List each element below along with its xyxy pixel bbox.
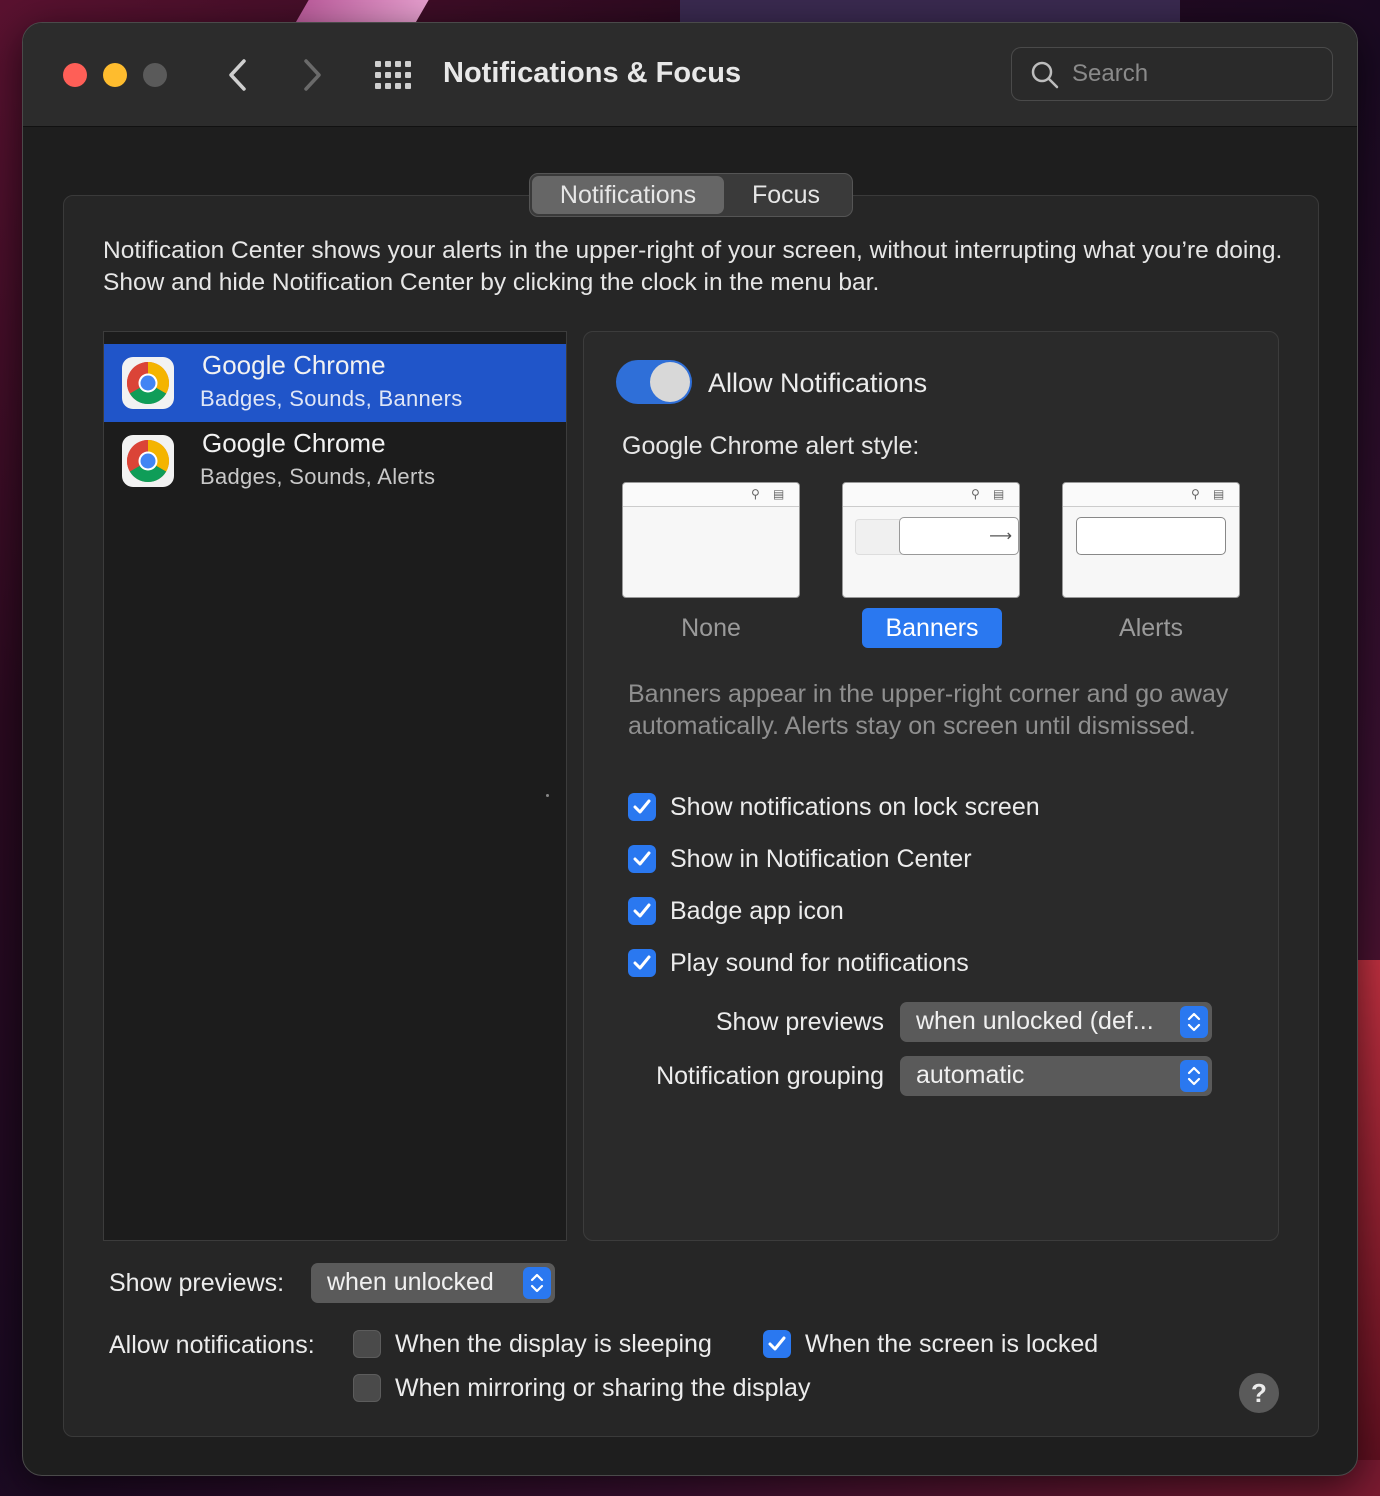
chevron-right-icon <box>304 59 321 91</box>
lock-screen-checkbox-row[interactable]: Show notifications on lock screen <box>628 792 1040 822</box>
alert-card <box>1076 517 1226 555</box>
app-name: Google Chrome <box>202 350 386 380</box>
alert-style-hint: Banners appear in the upper-right corner… <box>628 680 1229 740</box>
checkbox-label: Show in Notification Center <box>670 844 972 873</box>
app-notification-summary: Badges, Sounds, Alerts <box>200 464 436 489</box>
popup-value: when unlocked (def... <box>916 1007 1154 1035</box>
alert-style-alerts-label[interactable]: Alerts <box>1062 614 1240 643</box>
app-name: Google Chrome <box>202 428 386 458</box>
show-previews-label: Show previews <box>715 1008 884 1036</box>
list-item[interactable]: Google Chrome Badges, Sounds, Banners <box>104 344 566 422</box>
checkmark-icon <box>768 1336 786 1351</box>
allow-notifications-global-label: Allow notifications: <box>109 1331 315 1359</box>
screen-locked-checkbox-row[interactable]: When the screen is locked <box>763 1329 1098 1359</box>
menu-icon: ▤ <box>1213 487 1225 501</box>
allow-notifications-label: Allow Notifications <box>708 368 928 398</box>
preferences-window: Notifications & Focus Notifications Focu… <box>22 22 1358 1476</box>
search-icon: ⚲ <box>1191 487 1200 501</box>
notification-center-checkbox-row[interactable]: Show in Notification Center <box>628 844 972 874</box>
chrome-app-icon <box>122 435 174 487</box>
window-title: Notifications & Focus <box>443 57 742 89</box>
updown-chevron-icon <box>523 1267 551 1299</box>
popup-value: when unlocked <box>327 1268 494 1296</box>
banner-card: ⟶ <box>899 517 1019 555</box>
back-button[interactable] <box>217 55 257 95</box>
search-input[interactable] <box>1072 58 1312 90</box>
checkbox-checked[interactable] <box>763 1330 791 1358</box>
preview-menu-bar: ⚲ ▤ <box>1063 483 1239 507</box>
checkbox-unchecked[interactable] <box>353 1374 381 1402</box>
checkbox-label: Show notifications on lock screen <box>670 792 1040 821</box>
badge-checkbox-row[interactable]: Badge app icon <box>628 896 844 926</box>
app-notification-summary: Badges, Sounds, Banners <box>200 386 463 411</box>
menu-icon: ▤ <box>773 487 785 501</box>
checkbox-label: Badge app icon <box>670 896 844 925</box>
show-previews-global-popup[interactable]: when unlocked <box>311 1263 555 1303</box>
checkbox-checked[interactable] <box>628 949 656 977</box>
tab-control: Notifications Focus <box>529 173 853 217</box>
list-artifact-dot <box>546 794 549 797</box>
alert-style-alerts-preview[interactable]: ⚲ ▤ <box>1062 482 1240 598</box>
notification-grouping-popup[interactable]: automatic <box>900 1056 1212 1096</box>
updown-chevron-icon <box>1180 1006 1208 1038</box>
arrow-right-icon: ⟶ <box>989 528 1012 545</box>
alert-style-none-preview[interactable]: ⚲ ▤ <box>622 482 800 598</box>
checkbox-checked[interactable] <box>628 845 656 873</box>
alert-style-label: Google Chrome alert style: <box>622 432 920 460</box>
show-previews-global-label: Show previews: <box>109 1269 285 1297</box>
checkbox-label: When mirroring or sharing the display <box>395 1373 811 1402</box>
checkbox-label: When the display is sleeping <box>395 1329 712 1358</box>
minimize-button[interactable] <box>103 63 127 87</box>
checkmark-icon <box>633 851 651 866</box>
notification-grouping-label: Notification grouping <box>656 1062 884 1090</box>
list-item[interactable]: Google Chrome Badges, Sounds, Alerts <box>104 422 566 500</box>
toggle-knob <box>650 362 690 402</box>
show-all-button[interactable] <box>373 57 413 93</box>
chrome-app-icon <box>122 357 174 409</box>
checkbox-checked[interactable] <box>628 897 656 925</box>
checkmark-icon <box>633 903 651 918</box>
zoom-button[interactable] <box>143 63 167 87</box>
checkbox-checked[interactable] <box>628 793 656 821</box>
chevron-left-icon <box>229 59 246 91</box>
tab-focus[interactable]: Focus <box>724 176 848 214</box>
checkbox-unchecked[interactable] <box>353 1330 381 1358</box>
search-icon: ⚲ <box>751 487 760 501</box>
tab-notifications[interactable]: Notifications <box>532 176 724 214</box>
popup-value: automatic <box>916 1061 1025 1089</box>
notification-center-description: Notification Center shows your alerts in… <box>103 237 1283 296</box>
search-icon: ⚲ <box>971 487 980 501</box>
checkmark-icon <box>633 955 651 970</box>
checkbox-label: When the screen is locked <box>805 1329 1099 1358</box>
alert-style-banners-preview[interactable]: ⚲ ▤ ⟶ <box>842 482 1020 598</box>
app-list[interactable]: Google Chrome Badges, Sounds, Banners Go… <box>103 331 567 1241</box>
alert-style-none-label[interactable]: None <box>622 614 800 643</box>
checkmark-icon <box>633 799 651 814</box>
preview-menu-bar: ⚲ ▤ <box>843 483 1019 507</box>
checkbox-label: Play sound for notifications <box>670 948 969 977</box>
menu-icon: ▤ <box>993 487 1005 501</box>
wallpaper-streak <box>1356 960 1380 1460</box>
wallpaper-streak <box>680 0 1180 24</box>
show-previews-popup[interactable]: when unlocked (def... <box>900 1002 1212 1042</box>
search-icon <box>1030 60 1060 95</box>
close-button[interactable] <box>63 63 87 87</box>
alert-style-banners-label[interactable]: Banners <box>862 608 1002 648</box>
help-button[interactable]: ? <box>1239 1373 1279 1413</box>
app-settings-panel: Allow Notifications Google Chrome alert … <box>583 331 1279 1241</box>
display-sleeping-checkbox-row[interactable]: When the display is sleeping <box>353 1329 712 1359</box>
grid-icon <box>375 61 411 89</box>
allow-notifications-toggle[interactable] <box>616 360 692 404</box>
sound-checkbox-row[interactable]: Play sound for notifications <box>628 948 969 978</box>
search-field[interactable] <box>1011 47 1333 101</box>
title-bar: Notifications & Focus <box>23 23 1357 127</box>
mirroring-checkbox-row[interactable]: When mirroring or sharing the display <box>353 1373 810 1403</box>
updown-chevron-icon <box>1180 1060 1208 1092</box>
forward-button[interactable] <box>293 55 333 95</box>
preview-menu-bar: ⚲ ▤ <box>623 483 799 507</box>
